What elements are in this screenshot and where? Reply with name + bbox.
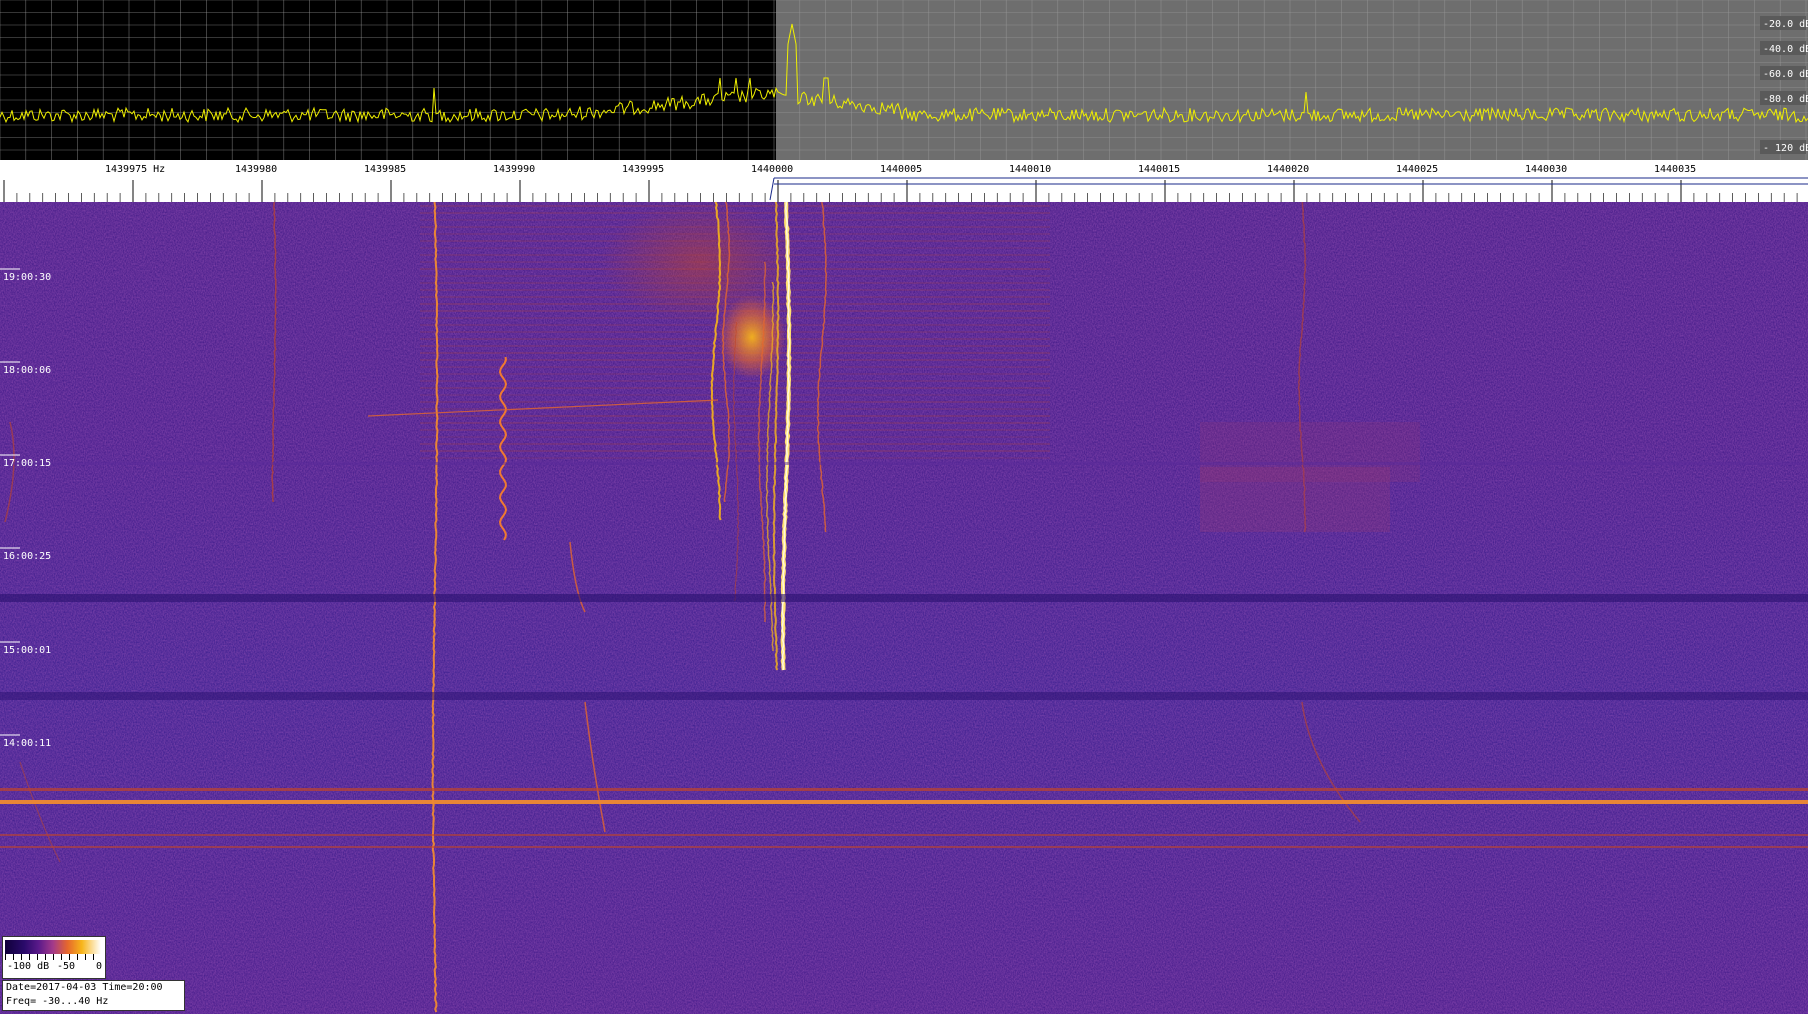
freq-label: 1439985 — [364, 164, 406, 175]
colorbar-label-min: -100 dB — [7, 961, 50, 972]
time-label: 16:00:25 — [3, 551, 51, 562]
time-label: 19:00:30 — [3, 272, 51, 283]
colorbar-gradient — [5, 940, 101, 954]
freq-label: 1440000 — [751, 164, 793, 175]
info-box: Date=2017-04-03 Time=20:00 Freq= -30...4… — [2, 980, 185, 1011]
info-date-time: Date=2017-04-03 Time=20:00 — [6, 982, 163, 993]
freq-label: 1440025 — [1396, 164, 1438, 175]
time-label: 18:00:06 — [3, 365, 51, 376]
db-label: -60.0 dB — [1763, 69, 1808, 80]
frequency-ruler: 1439975 Hz 1439980 1439985 1439990 14399… — [0, 160, 1808, 202]
freq-label: 1440020 — [1267, 164, 1309, 175]
freq-label: 1440015 — [1138, 164, 1180, 175]
waterfall-display[interactable]: 19:00:30 18:00:06 17:00:15 16:00:25 15:0… — [0, 202, 1808, 1014]
db-label: -40.0 dB — [1763, 44, 1808, 55]
time-label: 14:00:11 — [3, 738, 51, 749]
db-label: -80.0 dB — [1763, 94, 1808, 105]
freq-label: 1439990 — [493, 164, 535, 175]
colorbar-label-max: 0 — [96, 961, 103, 972]
freq-label: 1440035 — [1654, 164, 1696, 175]
time-label: 17:00:15 — [3, 458, 51, 469]
colorbar-label-mid: -50 — [57, 961, 76, 972]
db-label: - 120 dB — [1763, 143, 1808, 154]
db-label: -20.0 dB — [1763, 19, 1808, 30]
colorbar-ticks — [5, 954, 101, 960]
freq-label: 1440030 — [1525, 164, 1567, 175]
ruler-ticks — [3, 180, 1798, 202]
freq-label: 1439995 — [622, 164, 664, 175]
freq-label: 1439975 Hz — [105, 164, 165, 175]
spectrum-bg-left — [0, 0, 776, 160]
time-label: 15:00:01 — [3, 645, 51, 656]
spectrum-panel: -20.0 dB -40.0 dB -60.0 dB -80.0 dB - 12… — [0, 0, 1808, 160]
freq-label: 1439980 — [235, 164, 277, 175]
frequency-labels: 1439975 Hz 1439980 1439985 1439990 14399… — [105, 164, 1696, 175]
freq-label: 1440005 — [880, 164, 922, 175]
colorbar-legend: -100 dB -50 0 — [2, 936, 106, 979]
freq-label: 1440010 — [1009, 164, 1051, 175]
spectrum-bg-right — [776, 0, 1808, 160]
info-frequency-range: Freq= -30...40 Hz — [6, 996, 109, 1007]
